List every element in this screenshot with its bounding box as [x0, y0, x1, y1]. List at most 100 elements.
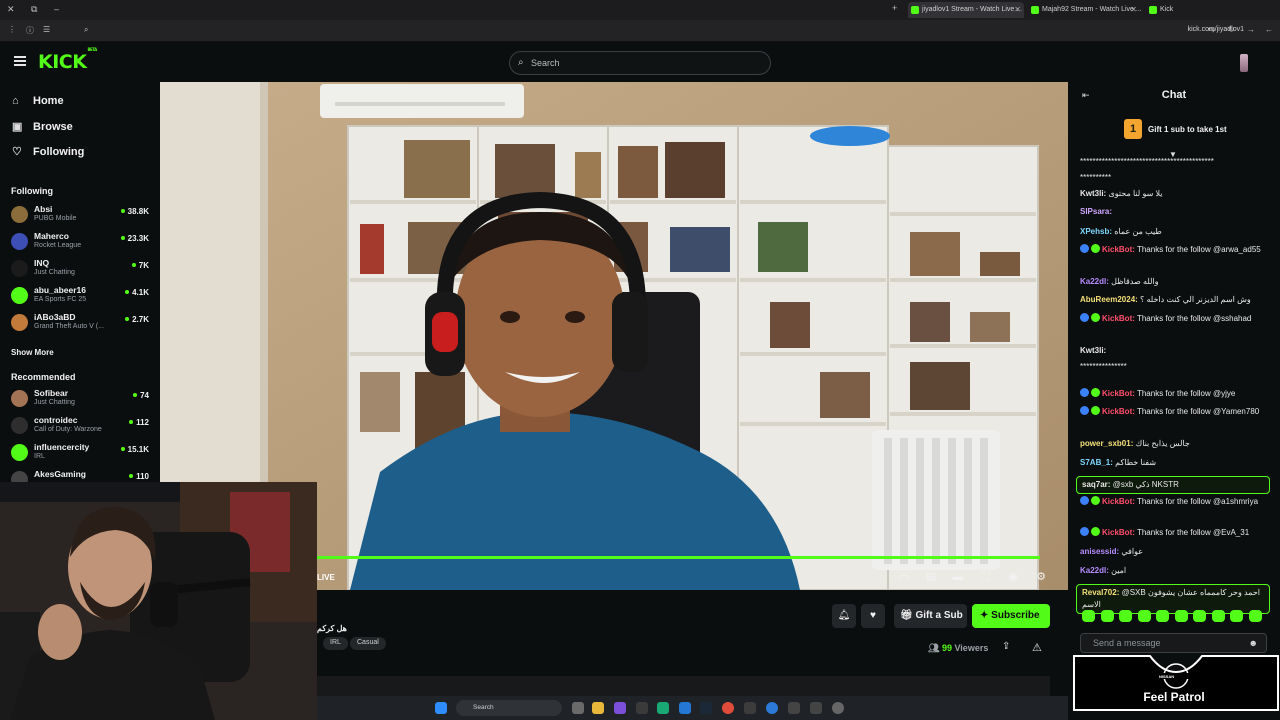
new-tab-icon[interactable]: +	[892, 3, 897, 13]
close-tab-icon[interactable]: ✕	[1014, 5, 1021, 14]
emote-icon[interactable]	[1100, 610, 1114, 622]
following-channel[interactable]: Absi PUBG Mobile 38.8K	[11, 203, 153, 225]
emote-icon[interactable]	[1174, 610, 1188, 622]
search-input[interactable]: ⌕ Search	[509, 51, 771, 75]
discord-icon[interactable]	[614, 702, 626, 714]
app-icon[interactable]	[657, 702, 669, 714]
emote-icon[interactable]	[1137, 610, 1151, 622]
theater-mode-icon[interactable]: ▬	[951, 571, 965, 583]
tab-kick[interactable]: Kick	[1146, 2, 1256, 18]
chat-username[interactable]: Ka22dl:	[1080, 566, 1109, 575]
viewer-count: 2.7K	[125, 315, 149, 324]
emote-icon[interactable]	[1248, 610, 1262, 622]
steam-icon[interactable]	[700, 702, 712, 714]
notification-bell-icon[interactable]: 🔔︎	[832, 604, 856, 628]
tab-jiyadlov1[interactable]: jiyadlov1 Stream - Watch Live ... ✕	[908, 2, 1024, 18]
edge-icon[interactable]	[766, 702, 778, 714]
recommended-channel[interactable]: influencercity IRL 15.1K	[11, 441, 153, 463]
translate-icon[interactable]: ⇆	[1208, 25, 1215, 34]
file-explorer-icon[interactable]	[592, 702, 604, 714]
chat-username[interactable]: SIPsara:	[1080, 207, 1112, 216]
windows-start-icon[interactable]	[435, 702, 447, 714]
nav-browse[interactable]: ▣ Browse	[12, 120, 73, 133]
clip-icon[interactable]: ▤	[924, 571, 938, 583]
chat-username[interactable]: KickBot:	[1102, 245, 1135, 254]
emote-icon[interactable]	[1211, 610, 1225, 622]
tag-irl[interactable]: IRL	[323, 637, 348, 650]
emote-icon[interactable]	[1230, 610, 1243, 622]
chat-username[interactable]: anisessid:	[1080, 547, 1119, 556]
settings-gear-icon[interactable]: ⚙	[1034, 571, 1048, 583]
emoji-icon[interactable]: ☻	[1249, 638, 1258, 648]
chat-username[interactable]: KickBot:	[1102, 497, 1135, 506]
channel-avatar	[11, 444, 28, 461]
nav-home[interactable]: ⌂ Home	[12, 95, 64, 107]
emote-icon[interactable]	[1119, 610, 1132, 622]
channel-name: influencercity	[34, 442, 90, 452]
url-text[interactable]: kick.com/jiyadlov1	[1188, 26, 1244, 33]
chat-username[interactable]: S7AB_1:	[1080, 458, 1113, 467]
close-window-icon[interactable]: ✕	[7, 4, 15, 15]
chat-username[interactable]: KickBot:	[1102, 407, 1135, 416]
menu-dots-icon[interactable]: ⋮	[8, 25, 16, 34]
progress-bar[interactable]	[317, 556, 1040, 559]
chat-text: ****************************************…	[1080, 157, 1214, 166]
autoplay-icon[interactable]: ◉	[1006, 571, 1020, 583]
chat-username[interactable]: XPehsb:	[1080, 227, 1112, 236]
following-channel[interactable]: iABo3aBD Grand Theft Auto V (... 2.7K	[11, 311, 153, 333]
viewer-count: 4.1K	[125, 288, 149, 297]
below-video-strip	[317, 676, 1050, 696]
hamburger-menu-icon[interactable]	[14, 56, 26, 66]
user-avatar[interactable]	[1240, 54, 1248, 72]
kick-logo[interactable]: KICKBETA	[38, 47, 97, 73]
nav-following[interactable]: ♡ Following	[12, 145, 84, 158]
close-tab-icon[interactable]: ✕	[1130, 5, 1137, 14]
settings-sliders-icon[interactable]: ☰	[43, 25, 50, 34]
recommended-channel[interactable]: Sofibear Just Chatting 74	[11, 387, 153, 409]
emote-icon[interactable]	[1082, 610, 1095, 622]
recommended-channel[interactable]: controidec Call of Duty: Warzone 112	[11, 414, 153, 436]
search-icon[interactable]: ⌕	[84, 25, 88, 35]
gift-a-sub-button[interactable]: 🎁︎ Gift a Sub	[894, 604, 967, 628]
miniplayer-icon[interactable]: ▭	[897, 571, 911, 583]
tag-casual[interactable]: Casual	[350, 637, 386, 650]
reload-icon[interactable]: ↻	[1228, 25, 1235, 34]
forward-icon[interactable]: →	[1247, 25, 1255, 34]
chat-username[interactable]: KickBot:	[1102, 389, 1135, 398]
share-icon[interactable]: ⇪	[1002, 641, 1010, 652]
emote-icon[interactable]	[1156, 610, 1169, 622]
chat-username[interactable]: AbuReem2024:	[1080, 295, 1138, 304]
report-icon[interactable]: ⚠	[1032, 641, 1042, 654]
taskbar-search[interactable]: Search	[456, 700, 562, 716]
follow-heart-icon[interactable]: ♥	[861, 604, 885, 628]
info-icon[interactable]: ⓘ	[26, 25, 34, 36]
chat-username[interactable]: KickBot:	[1102, 528, 1135, 537]
chat-username[interactable]: Kwt3li:	[1080, 346, 1106, 355]
minimize-window-icon[interactable]: –	[54, 4, 59, 14]
restore-window-icon[interactable]: ⧉	[31, 4, 37, 15]
task-view-icon[interactable]	[572, 702, 584, 714]
following-channel[interactable]: abu_abeer16 EA Sports FC 25 4.1K	[11, 284, 153, 306]
chrome-icon[interactable]	[722, 702, 734, 714]
chat-username[interactable]: saq7ar:	[1082, 480, 1110, 489]
fullscreen-icon[interactable]: ⛶	[979, 571, 993, 583]
app-icon[interactable]	[744, 702, 756, 714]
chat-username[interactable]: Kwt3li:	[1080, 189, 1106, 198]
emote-icon[interactable]	[1193, 610, 1206, 622]
tab-majah92[interactable]: Majah92 Stream - Watch Live ... ✕	[1028, 2, 1142, 18]
back-icon[interactable]: ←	[1265, 25, 1273, 34]
app-icon[interactable]	[788, 702, 800, 714]
following-channel[interactable]: Maherco Rocket League 23.3K	[11, 230, 153, 252]
settings-icon[interactable]	[832, 702, 844, 714]
subscribe-button[interactable]: ✦ Subscribe	[972, 604, 1050, 628]
chat-username[interactable]: Ka22dl:	[1080, 277, 1109, 286]
app-icon[interactable]	[810, 702, 822, 714]
show-more-link[interactable]: Show More	[11, 348, 54, 357]
chat-message-input[interactable]: Send a message ☻	[1080, 633, 1267, 653]
chat-username[interactable]: KickBot:	[1102, 314, 1135, 323]
chat-username[interactable]: Reval702:	[1082, 588, 1119, 597]
following-channel[interactable]: INQ Just Chatting 7K	[11, 257, 153, 279]
chat-username[interactable]: power_sxb01:	[1080, 439, 1133, 448]
app-icon[interactable]	[636, 702, 648, 714]
app-icon[interactable]	[679, 702, 691, 714]
